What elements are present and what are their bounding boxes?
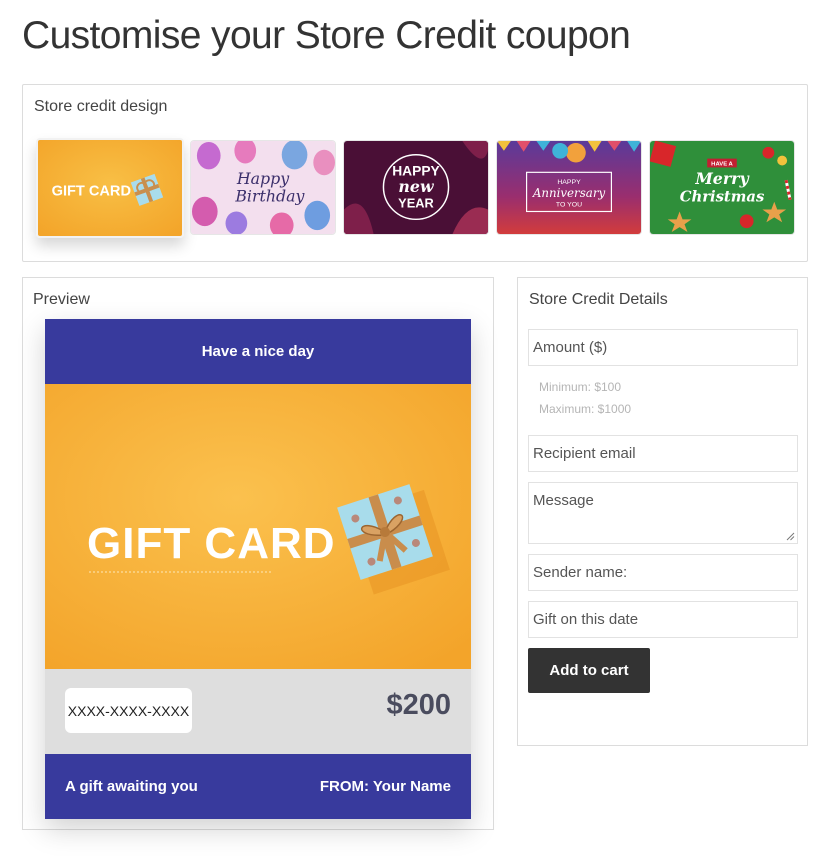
- recipient-email-input[interactable]: Recipient email: [528, 435, 798, 472]
- resize-grip-icon[interactable]: [786, 532, 795, 541]
- card-footer-message: A gift awaiting you: [65, 778, 198, 795]
- svg-text:TO YOU: TO YOU: [556, 202, 582, 209]
- birthday-thumb-art: Happy Birthday: [191, 141, 335, 234]
- new-year-thumb-art: HAPPY new YEAR: [344, 141, 488, 234]
- svg-text:Anniversary: Anniversary: [532, 186, 606, 200]
- design-thumb-gift-card[interactable]: GIFT CARD: [36, 138, 184, 238]
- card-footer-sender: FROM: Your Name: [319, 778, 451, 795]
- message-textarea[interactable]: Message: [528, 482, 798, 544]
- card-code-row: XXXX-XXXX-XXXX $200: [45, 669, 471, 754]
- amount-maximum-hint: Maximum: $1000: [539, 402, 632, 416]
- store-credit-details-panel: Store Credit Details Amount ($) Minimum:…: [517, 277, 808, 746]
- svg-text:HAVE A: HAVE A: [711, 161, 733, 167]
- svg-text:Happy: Happy: [236, 169, 290, 188]
- card-footer: A gift awaiting you FROM: Your Name: [45, 754, 471, 819]
- gift-card-image-art: GIFT CARD: [45, 384, 471, 669]
- gift-date-input[interactable]: Gift on this date: [528, 601, 798, 638]
- svg-text:Merry: Merry: [694, 169, 750, 188]
- design-thumb-birthday[interactable]: Happy Birthday: [190, 140, 336, 235]
- design-thumb-anniversary[interactable]: HAPPY Anniversary TO YOU: [496, 140, 642, 235]
- design-thumb-christmas[interactable]: HAVE A Merry Christmas: [649, 140, 795, 235]
- preview-panel: Preview Have a nice day GIFT CARD XXXX-X…: [22, 277, 494, 830]
- svg-text:new: new: [398, 177, 434, 196]
- page-title: Customise your Store Credit coupon: [22, 14, 631, 57]
- gift-card-preview: Have a nice day GIFT CARD XXXX-XXXX-XXXX…: [45, 319, 471, 819]
- gift-card-thumb-text: GIFT CARD: [52, 184, 131, 200]
- sender-name-input[interactable]: Sender name:: [528, 554, 798, 591]
- preview-panel-label: Preview: [33, 291, 90, 308]
- christmas-thumb-art: HAVE A Merry Christmas: [650, 141, 794, 234]
- design-panel: Store credit design GIFT CARD Happy Birt…: [22, 84, 808, 262]
- amount-minimum-hint: Minimum: $100: [539, 380, 622, 394]
- card-image-text: GIFT CARD: [87, 519, 336, 568]
- gift-card-thumb-art: GIFT CARD: [38, 140, 182, 236]
- message-placeholder: Message: [533, 492, 594, 509]
- coupon-code: XXXX-XXXX-XXXX: [65, 688, 192, 733]
- svg-text:Birthday: Birthday: [234, 187, 305, 206]
- anniversary-thumb-art: HAPPY Anniversary TO YOU: [497, 141, 641, 234]
- svg-text:YEAR: YEAR: [398, 196, 434, 211]
- design-panel-label: Store credit design: [34, 98, 168, 115]
- card-header-message: Have a nice day: [45, 319, 471, 384]
- card-image: GIFT CARD: [45, 384, 471, 669]
- add-to-cart-button[interactable]: Add to cart: [528, 648, 650, 693]
- svg-text:Christmas: Christmas: [680, 189, 765, 206]
- card-amount: $200: [386, 689, 451, 721]
- design-thumb-new-year[interactable]: HAPPY new YEAR: [343, 140, 489, 235]
- details-panel-label: Store Credit Details: [529, 291, 668, 308]
- amount-input[interactable]: Amount ($): [528, 329, 798, 366]
